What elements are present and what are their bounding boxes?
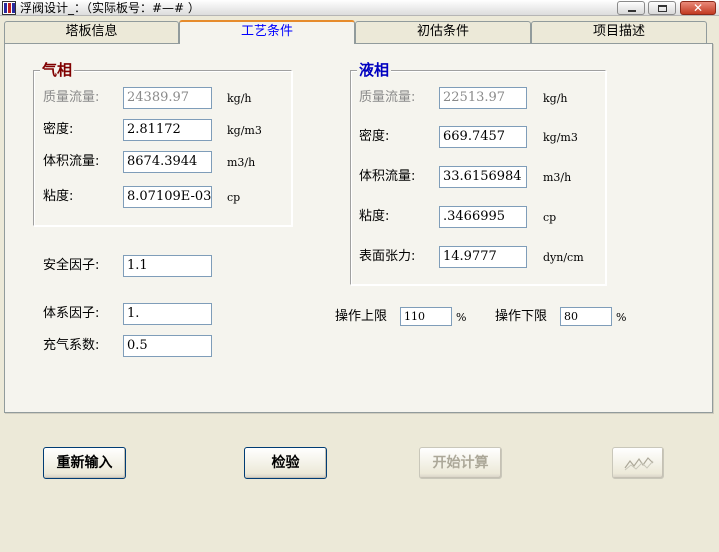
chart-button[interactable] — [612, 447, 664, 479]
vapor-mass-flow-unit: kg/h — [227, 92, 252, 105]
liquid-mass-flow-label: 质量流量: — [359, 90, 416, 105]
vapor-density-field[interactable]: 2.81172 — [123, 119, 212, 141]
operating-upper-label: 操作上限 — [335, 309, 388, 324]
liquid-density-label: 密度: — [359, 129, 390, 144]
app-icon — [2, 1, 16, 15]
vapor-density-unit: kg/m3 — [227, 124, 262, 137]
vapor-mass-flow-label: 质量流量: — [43, 90, 100, 105]
safety-factor-label: 安全因子: — [43, 258, 100, 273]
vapor-viscosity-unit: cp — [227, 191, 241, 204]
tab-tray-info[interactable]: 塔板信息 — [4, 21, 179, 43]
liquid-surface-tension-unit: dyn/cm — [543, 251, 584, 264]
system-factor-field[interactable]: 1. — [123, 303, 212, 325]
minimize-button[interactable] — [617, 1, 645, 15]
maximize-button[interactable] — [648, 1, 676, 15]
liquid-surface-tension-label: 表面张力: — [359, 249, 416, 264]
liquid-surface-tension-field[interactable]: 14.9777 — [439, 246, 527, 268]
aeration-factor-label: 充气系数: — [43, 338, 100, 353]
close-icon: ✕ — [692, 1, 704, 15]
liquid-mass-flow-unit: kg/h — [543, 92, 568, 105]
vapor-mass-flow-field: 24389.97 — [123, 87, 212, 109]
tab-project-description[interactable]: 项目描述 — [531, 21, 707, 43]
operating-lower-label: 操作下限 — [495, 309, 548, 324]
start-calculation-button[interactable]: 开始计算 — [419, 447, 502, 479]
tab-initial-estimate[interactable]: 初估条件 — [355, 21, 531, 43]
liquid-density-unit: kg/m3 — [543, 131, 578, 144]
chart-icon — [624, 457, 654, 471]
liquid-viscosity-unit: cp — [543, 211, 557, 224]
reset-button[interactable]: 重新输入 — [43, 447, 126, 479]
operating-lower-field[interactable]: 80 — [560, 307, 612, 326]
vapor-density-label: 密度: — [43, 122, 74, 137]
operating-upper-unit: % — [456, 311, 467, 324]
liquid-group-title: 液相 — [357, 61, 392, 79]
system-factor-label: 体系因子: — [43, 306, 100, 321]
maximize-icon — [658, 5, 667, 12]
operating-lower-unit: % — [616, 311, 627, 324]
window-title: 浮阀设计_：（实际板号：#—# ） — [20, 1, 200, 15]
vapor-viscosity-field[interactable]: 8.07109E-03 — [123, 186, 212, 208]
vapor-volume-flow-label: 体积流量: — [43, 154, 100, 169]
check-button[interactable]: 检验 — [244, 447, 327, 479]
tab-process-conditions[interactable]: 工艺条件 — [179, 20, 355, 44]
minimize-icon — [628, 10, 636, 12]
liquid-volume-flow-field[interactable]: 33.6156984 — [439, 166, 527, 188]
aeration-factor-field[interactable]: 0.5 — [123, 335, 212, 357]
close-button[interactable]: ✕ — [680, 1, 716, 15]
title-bar: 浮阀设计_：（实际板号：#—# ） ✕ — [0, 0, 719, 16]
liquid-volume-flow-unit: m3/h — [543, 171, 572, 184]
liquid-mass-flow-field: 22513.97 — [439, 87, 527, 109]
vapor-volume-flow-field[interactable]: 8674.3944 — [123, 151, 212, 173]
vapor-volume-flow-unit: m3/h — [227, 156, 256, 169]
liquid-viscosity-label: 粘度: — [359, 209, 390, 224]
process-conditions-panel: 气相 质量流量: 24389.97 kg/h 密度: 2.81172 kg/m3… — [4, 43, 713, 413]
safety-factor-field[interactable]: 1.1 — [123, 255, 212, 277]
liquid-density-field[interactable]: 669.7457 — [439, 126, 527, 148]
liquid-volume-flow-label: 体积流量: — [359, 169, 416, 184]
vapor-group-title: 气相 — [40, 61, 75, 79]
operating-upper-field[interactable]: 110 — [400, 307, 452, 326]
liquid-viscosity-field[interactable]: .3466995 — [439, 206, 527, 228]
vapor-viscosity-label: 粘度: — [43, 189, 74, 204]
